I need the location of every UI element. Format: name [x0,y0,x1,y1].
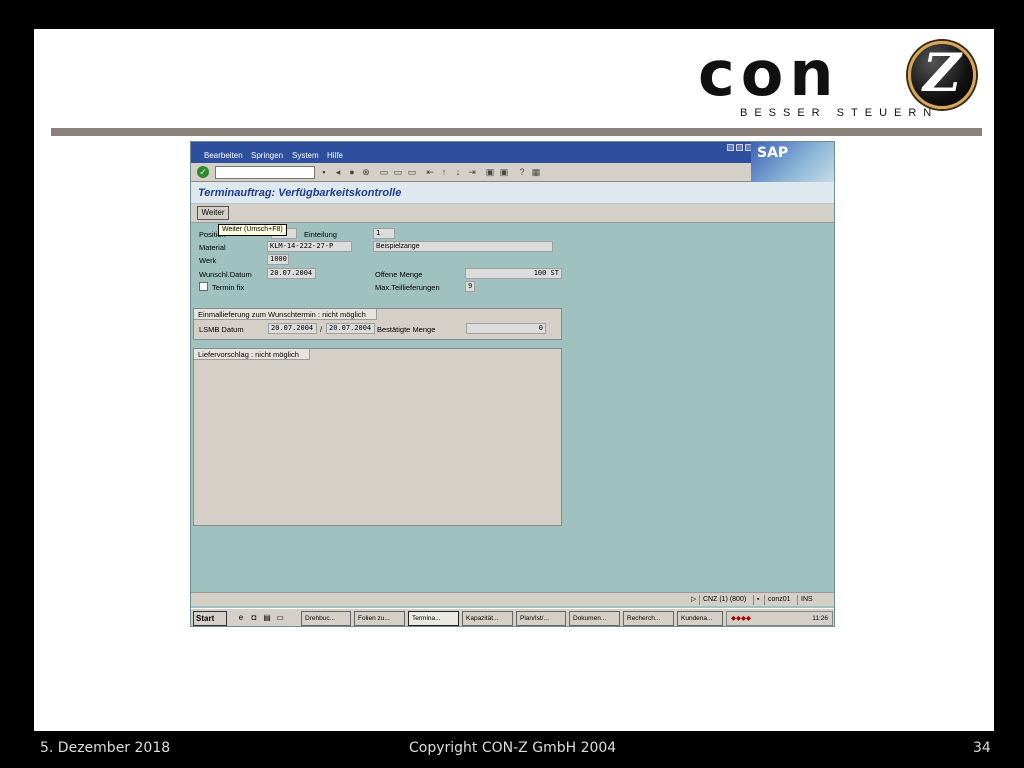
task-recherche[interactable]: Recherch... [623,611,674,626]
sap-menubar: Bearbeiten Springen System Hilfe [191,142,834,163]
lsmb-datum-to: 20.07.2004 [326,323,375,334]
task-plan-ist[interactable]: Plan/Ist/... [516,611,566,626]
material-label: Material [199,243,226,252]
find-icon[interactable]: ▭ [393,167,403,177]
slide-footer: 5. Dezember 2018 Copyright CON-Z GmbH 20… [0,740,1024,758]
offene-menge-label: Offene Menge [375,270,423,279]
max-teillieferungen-label: Max.Teillieferungen [375,283,440,292]
command-field[interactable] [215,166,315,179]
wunschlieferdatum-field[interactable]: 20.07.2004 [267,268,316,279]
weiter-tooltip: Weiter (Umsch+F8) [218,224,287,236]
window-controls [727,144,754,153]
einmallieferung-box: Einmallieferung zum Wunschtermin : nicht… [193,308,562,340]
lsmb-datum-from: 20.07.2004 [268,323,317,334]
prev-page-icon[interactable]: ↑ [439,167,449,177]
new-session-icon[interactable]: ▣ [485,167,495,177]
footer-copyright: Copyright CON-Z GmbH 2004 [409,740,617,756]
application-toolbar: Weiter [191,204,834,223]
desktop-icon[interactable]: ▭ [275,613,285,623]
find-next-icon[interactable]: ▭ [407,167,417,177]
task-kundenauftrag[interactable]: Kundena... [677,611,723,626]
last-page-icon[interactable]: ⇥ [467,167,477,177]
task-terminauftrag[interactable]: Termina... [408,611,459,626]
shortcut-icon[interactable]: ▣ [499,167,509,177]
start-button[interactable]: Start [193,611,227,626]
status-system: CNZ (1) (800) [699,595,746,605]
enter-check-icon[interactable]: ✓ [197,166,209,178]
status-mode: INS [797,595,813,605]
explorer-icon[interactable]: ▤ [262,613,272,623]
menu-hilfe[interactable]: Hilfe [327,151,343,160]
logo-wordmark: con [698,37,840,110]
weiter-button[interactable]: Weiter [197,206,229,220]
footer-page-number: 34 [973,740,991,756]
lsmb-datum-label: LSMB Datum [199,325,244,334]
header-divider [51,128,982,136]
menu-bearbeiten[interactable]: Bearbeiten [204,151,243,160]
sap-system-toolbar: ✓ ▪ ◂ ● ⊗ ▭ ▭ ▭ ⇤ ↑ ↓ ⇥ ▣ ▣ ? ▦ [191,163,751,182]
save-icon[interactable]: ▪ [319,167,329,177]
system-tray: ◆◆◆◆ 11:26 [726,611,833,626]
exit-icon[interactable]: ● [347,167,357,177]
logo-emblem: Z [908,41,976,109]
next-page-icon[interactable]: ↓ [453,167,463,177]
wunschlieferdatum-label: Wunschl.Datum [199,270,252,279]
material-field: KLM-14-222-27-P [267,241,352,252]
sap-logo-text: SAP [757,145,789,161]
bestaetigte-menge-field: 0 [466,323,546,334]
liefervorschlag-title: Liefervorschlag : nicht möglich [194,349,310,360]
material-description: Beispielzange [373,241,553,252]
back-icon[interactable]: ◂ [333,167,343,177]
offene-menge-field: 100 ST [465,268,562,279]
maximize-icon[interactable] [736,144,743,151]
werk-label: Werk [199,256,217,265]
con-z-logo: con Z BESSER STEUERN [698,37,988,121]
minimize-icon[interactable] [727,144,734,151]
sap-logo: SAP [751,142,834,182]
print-icon[interactable]: ▭ [379,167,389,177]
footer-date: 5. Dezember 2018 [40,740,171,756]
sap-window: Bearbeiten Springen System Hilfe SAP ✓ ▪… [190,141,835,627]
max-teillieferungen-field: 9 [465,281,475,292]
status-user: conz01 [764,595,791,605]
cancel-icon[interactable]: ⊗ [361,167,371,177]
termin-fix-checkbox[interactable] [199,282,208,291]
tray-clock: 11:26 [812,615,828,622]
task-dokument[interactable]: Dokumen... [569,611,620,626]
termin-fix-label: Termin fix [212,283,245,292]
status-expand-icon[interactable]: ▷ [688,595,696,605]
help-icon[interactable]: ? [517,167,527,177]
task-folien[interactable]: Folien zu... [354,611,405,626]
task-kapazitaet[interactable]: Kapazität... [462,611,513,626]
browser-icon[interactable]: e [236,613,246,623]
einmallieferung-title: Einmallieferung zum Wunschtermin : nicht… [194,309,377,320]
einteilung-label: Einteilung [304,230,337,239]
screen-title: Terminauftrag: Verfügbarkeitskontrolle [198,187,402,199]
bestaetigte-menge-label: Bestätigte Menge [377,325,436,334]
layout-icon[interactable]: ▦ [531,167,541,177]
werk-field: 1000 [267,254,289,265]
date-separator: / [320,325,323,334]
liefervorschlag-box: Liefervorschlag : nicht möglich [193,348,562,526]
einteilung-field: 1 [373,228,395,239]
windows-taskbar: Start e ◘ ▤ ▭ Drehbuc... Folien zu... Te… [191,608,834,626]
outlook-icon[interactable]: ◘ [249,613,259,623]
menu-system[interactable]: System [292,151,319,160]
tray-icons[interactable]: ◆◆◆◆ [731,612,751,625]
first-page-icon[interactable]: ⇤ [425,167,435,177]
logo-tagline: BESSER STEUERN [740,107,939,119]
task-drehbuch[interactable]: Drehbuc... [301,611,351,626]
sap-status-bar: ▷ CNZ (1) (800) ▪ conz01 INS [191,592,834,606]
screen-title-bar: Terminauftrag: Verfügbarkeitskontrolle [191,182,834,204]
menu-springen[interactable]: Springen [251,151,283,160]
status-server-icon: ▪ [753,595,759,605]
